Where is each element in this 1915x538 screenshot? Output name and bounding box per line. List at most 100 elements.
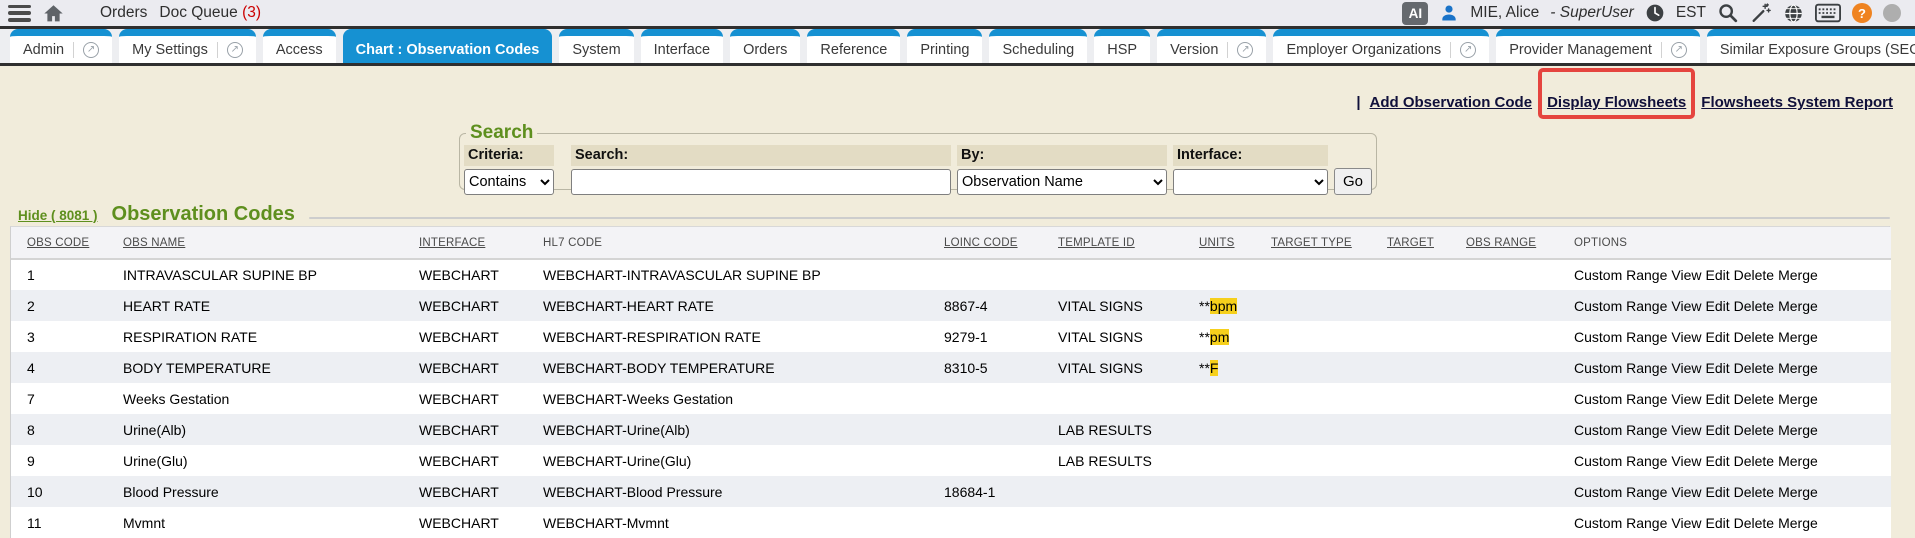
option-delete[interactable]: Delete: [1734, 453, 1774, 469]
open-in-new-icon[interactable]: ↗: [1661, 42, 1687, 58]
option-custom-range[interactable]: Custom Range: [1574, 360, 1667, 376]
breadcrumb-orders[interactable]: Orders: [100, 4, 147, 22]
option-custom-range[interactable]: Custom Range: [1574, 298, 1667, 314]
by-select[interactable]: Observation Name: [957, 169, 1167, 195]
open-in-new-icon[interactable]: ↗: [1227, 42, 1253, 58]
tab-system[interactable]: System: [559, 29, 633, 63]
open-in-new-icon[interactable]: ↗: [73, 42, 99, 58]
home-icon[interactable]: [43, 3, 64, 24]
tab-provider-management[interactable]: Provider Management↗: [1496, 29, 1700, 63]
option-custom-range[interactable]: Custom Range: [1574, 267, 1667, 283]
link-add-observation-code[interactable]: Add Observation Code: [1370, 94, 1533, 111]
search-icon[interactable]: [1717, 2, 1739, 24]
keyboard-icon[interactable]: [1815, 3, 1841, 23]
column-header-obs-code[interactable]: OBS CODE: [11, 227, 123, 259]
option-edit[interactable]: Edit: [1705, 422, 1729, 438]
option-edit[interactable]: Edit: [1705, 360, 1729, 376]
tab-chart-observation-codes[interactable]: Chart : Observation Codes: [343, 29, 553, 63]
option-view[interactable]: View: [1671, 453, 1701, 469]
option-delete[interactable]: Delete: [1734, 515, 1774, 531]
cell-obs-range: [1466, 476, 1574, 507]
avatar-circle[interactable]: [1883, 4, 1901, 22]
cell-template-id: [1058, 259, 1199, 290]
option-edit[interactable]: Edit: [1705, 267, 1729, 283]
tab-reference[interactable]: Reference: [807, 29, 900, 63]
tab-admin[interactable]: Admin↗: [10, 29, 112, 63]
option-merge[interactable]: Merge: [1778, 391, 1818, 407]
option-merge[interactable]: Merge: [1778, 484, 1818, 500]
column-header-interface[interactable]: INTERFACE: [419, 227, 543, 259]
option-merge[interactable]: Merge: [1778, 267, 1818, 283]
open-in-new-icon[interactable]: ↗: [1450, 42, 1476, 58]
tab-scheduling[interactable]: Scheduling: [989, 29, 1087, 63]
option-merge[interactable]: Merge: [1778, 453, 1818, 469]
top-bar: Orders Doc Queue (3) AI MIE, Alice - Sup…: [0, 0, 1915, 29]
criteria-select[interactable]: Contains: [464, 169, 554, 195]
tab-hsp[interactable]: HSP: [1094, 29, 1150, 63]
interface-label: Interface:: [1173, 145, 1328, 166]
column-header-target[interactable]: TARGET: [1387, 227, 1466, 259]
column-header-obs-range[interactable]: OBS RANGE: [1466, 227, 1574, 259]
tab-orders[interactable]: Orders: [730, 29, 800, 63]
open-in-new-icon[interactable]: ↗: [217, 42, 243, 58]
option-view[interactable]: View: [1671, 267, 1701, 283]
link-flowsheets-system-report[interactable]: Flowsheets System Report: [1701, 94, 1893, 111]
option-edit[interactable]: Edit: [1705, 298, 1729, 314]
tab-similar-exposure-groups-segs[interactable]: Similar Exposure Groups (SEGs)↗: [1707, 29, 1915, 63]
link-display-flowsheets[interactable]: Display Flowsheets: [1547, 94, 1686, 111]
cell-interface: WEBCHART: [419, 414, 543, 445]
option-custom-range[interactable]: Custom Range: [1574, 453, 1667, 469]
option-edit[interactable]: Edit: [1705, 453, 1729, 469]
breadcrumb-doc-queue[interactable]: Doc Queue (3): [159, 4, 261, 22]
option-custom-range[interactable]: Custom Range: [1574, 422, 1667, 438]
tab-interface[interactable]: Interface: [641, 29, 723, 63]
option-custom-range[interactable]: Custom Range: [1574, 484, 1667, 500]
help-icon[interactable]: ?: [1852, 3, 1872, 23]
option-custom-range[interactable]: Custom Range: [1574, 391, 1667, 407]
hide-count-link[interactable]: Hide ( 8081 ): [18, 208, 98, 223]
option-view[interactable]: View: [1671, 360, 1701, 376]
globe-icon[interactable]: [1783, 3, 1804, 24]
column-header-template-id[interactable]: TEMPLATE ID: [1058, 227, 1199, 259]
tab-version[interactable]: Version↗: [1157, 29, 1266, 63]
option-merge[interactable]: Merge: [1778, 515, 1818, 531]
option-merge[interactable]: Merge: [1778, 329, 1818, 345]
option-delete[interactable]: Delete: [1734, 422, 1774, 438]
option-merge[interactable]: Merge: [1778, 298, 1818, 314]
cell-obs-code: 1: [11, 259, 123, 290]
option-view[interactable]: View: [1671, 329, 1701, 345]
option-view[interactable]: View: [1671, 515, 1701, 531]
option-delete[interactable]: Delete: [1734, 484, 1774, 500]
option-delete[interactable]: Delete: [1734, 267, 1774, 283]
tab-my-settings[interactable]: My Settings↗: [119, 29, 256, 63]
option-custom-range[interactable]: Custom Range: [1574, 329, 1667, 345]
column-header-obs-name[interactable]: OBS NAME: [123, 227, 419, 259]
interface-select[interactable]: [1173, 169, 1328, 195]
option-delete[interactable]: Delete: [1734, 391, 1774, 407]
option-delete[interactable]: Delete: [1734, 298, 1774, 314]
tab-printing[interactable]: Printing: [907, 29, 982, 63]
wand-icon[interactable]: [1750, 2, 1772, 24]
option-edit[interactable]: Edit: [1705, 515, 1729, 531]
column-header-loinc-code[interactable]: LOINC CODE: [944, 227, 1058, 259]
option-custom-range[interactable]: Custom Range: [1574, 515, 1667, 531]
option-edit[interactable]: Edit: [1705, 391, 1729, 407]
option-delete[interactable]: Delete: [1734, 360, 1774, 376]
option-delete[interactable]: Delete: [1734, 329, 1774, 345]
column-header-units[interactable]: UNITS: [1199, 227, 1271, 259]
option-view[interactable]: View: [1671, 391, 1701, 407]
search-input[interactable]: [571, 169, 951, 195]
option-edit[interactable]: Edit: [1705, 484, 1729, 500]
option-view[interactable]: View: [1671, 298, 1701, 314]
column-header-target-type[interactable]: TARGET TYPE: [1271, 227, 1387, 259]
tab-employer-organizations[interactable]: Employer Organizations↗: [1273, 29, 1489, 63]
option-merge[interactable]: Merge: [1778, 422, 1818, 438]
go-button[interactable]: Go: [1334, 168, 1372, 195]
ai-button[interactable]: AI: [1402, 2, 1428, 25]
option-merge[interactable]: Merge: [1778, 360, 1818, 376]
tab-access[interactable]: Access: [263, 29, 336, 63]
option-view[interactable]: View: [1671, 484, 1701, 500]
hamburger-menu-icon[interactable]: [8, 5, 31, 22]
option-view[interactable]: View: [1671, 422, 1701, 438]
option-edit[interactable]: Edit: [1705, 329, 1729, 345]
